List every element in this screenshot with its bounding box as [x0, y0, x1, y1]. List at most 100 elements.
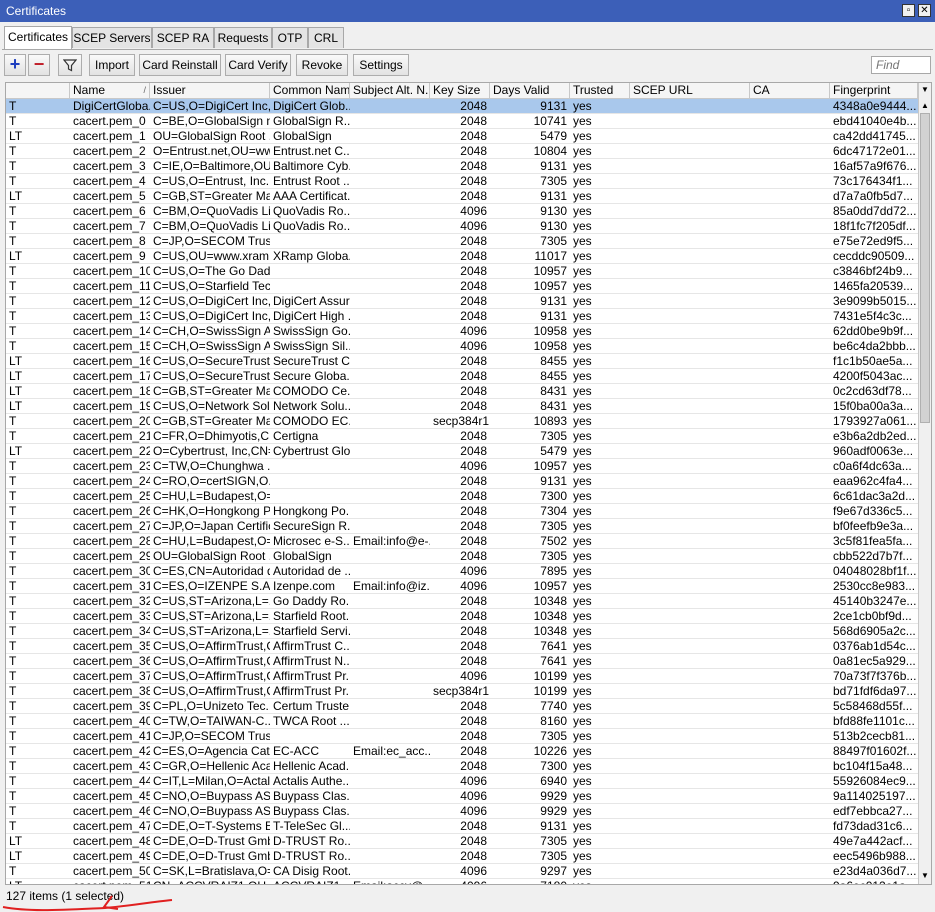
table-row[interactable]: Tcacert.pem_4 C=US,O=Entrust, Inc.,... Ent…	[6, 174, 918, 189]
table-row[interactable]: Tcacert.pem_50C=SK,L=Bratislava,O=...CA …	[6, 864, 918, 879]
table-row[interactable]: Tcacert.pem_15 C=CH,O=SwissSign A... Swiss…	[6, 339, 918, 354]
table-row[interactable]: Tcacert.pem_37C=US,O=AffirmTrust,C...Aff…	[6, 669, 918, 684]
find-input[interactable]	[871, 56, 931, 74]
table-row[interactable]: Tcacert.pem_38C=US,O=AffirmTrust,C...Aff…	[6, 684, 918, 699]
table-row[interactable]: Tcacert.pem_44 C=IT,L=Milan,O=Actali... Ac…	[6, 774, 918, 789]
tab-crl[interactable]: CRL	[308, 27, 344, 48]
scroll-thumb[interactable]	[920, 113, 930, 423]
header-col-fingerprint[interactable]: Fingerprint	[830, 83, 918, 98]
add-button[interactable]: +	[4, 54, 26, 76]
header-col-common-name[interactable]: Common Name	[270, 83, 350, 98]
table-row[interactable]: Tcacert.pem_35C=US,O=AffirmTrust,C...Aff…	[6, 639, 918, 654]
cell-key-size: 4096	[460, 339, 487, 353]
table-row[interactable]: Tcacert.pem_34 C=US,ST=Arizona,L=... Starf…	[6, 624, 918, 639]
header-col-days-valid[interactable]: Days Valid	[490, 83, 570, 98]
import-button[interactable]: Import	[89, 54, 135, 76]
cell-days-valid: 7641	[540, 654, 567, 668]
header-col-scep-url[interactable]: SCEP URL	[630, 83, 750, 98]
table-row[interactable]: LT cacert.pem_48C=DE,O=D-Trust Gmb...D-TR…	[6, 834, 918, 849]
table-row[interactable]: Tcacert.pem_21 C=FR,O=Dhimyotis,C... Certi…	[6, 429, 918, 444]
cell-flags: T	[9, 774, 17, 788]
table-row[interactable]: Tcacert.pem_29 OU=GlobalSign Root ... Glob…	[6, 549, 918, 564]
table-row[interactable]: Tcacert.pem_7 C=BM,O=QuoVadis Li... QuoVad…	[6, 219, 918, 234]
tab-certificates[interactable]: Certificates	[4, 26, 72, 49]
table-row[interactable]: Tcacert.pem_32 C=US,ST=Arizona,L=... Go Da…	[6, 594, 918, 609]
cell-issuer: C=RO,O=certSIGN,O...	[153, 474, 270, 488]
table-row[interactable]: Tcacert.pem_12 C=US,O=DigiCert Inc,... Dig…	[6, 294, 918, 309]
table-row[interactable]: Tcacert.pem_14 C=CH,O=SwissSign A... Swiss…	[6, 324, 918, 339]
scroll-up-icon[interactable]: ▲	[919, 99, 931, 112]
table-row[interactable]: Tcacert.pem_46C=NO,O=Buypass AS-...Buypa…	[6, 804, 918, 819]
filter-button[interactable]	[58, 54, 82, 76]
tab-scep-servers[interactable]: SCEP Servers	[72, 27, 152, 48]
table-row[interactable]: LT cacert.pem_9 C=US,OU=www.xram... XRamp G…	[6, 249, 918, 264]
table-row[interactable]: Tcacert.pem_23 C=TW,O=Chunghwa ... 4096 109…	[6, 459, 918, 474]
cell-common-name	[270, 474, 350, 488]
table-row[interactable]: Tcacert.pem_10 C=US,O=The Go Dad... 2048 10…	[6, 264, 918, 279]
table-row[interactable]: Tcacert.pem_42 C=ES,O=Agencia Cat... EC-AC…	[6, 744, 918, 759]
revoke-button[interactable]: Revoke	[296, 54, 348, 76]
cell-trusted: yes	[573, 639, 592, 653]
cell-trusted: yes	[573, 624, 592, 638]
table-row[interactable]: Tcacert.pem_20 C=GB,ST=Greater Ma... COMOD…	[6, 414, 918, 429]
table-row[interactable]: Tcacert.pem_33 C=US,ST=Arizona,L=... Starf…	[6, 609, 918, 624]
table-row[interactable]: Tcacert.pem_13 C=US,O=DigiCert Inc,... Dig…	[6, 309, 918, 324]
table-row[interactable]: Tcacert.pem_30C=ES,CN=Autoridad d...Auto…	[6, 564, 918, 579]
table-row[interactable]: Tcacert.pem_0 C=BE,O=GlobalSign n...Globa…	[6, 114, 918, 129]
tab-otp[interactable]: OTP	[272, 27, 308, 48]
header-col-issuer[interactable]: Issuer	[150, 83, 270, 98]
table-row[interactable]: Tcacert.pem_40 C=TW,O=TAIWAN-C... TWCA Roo…	[6, 714, 918, 729]
table-row[interactable]: Tcacert.pem_36C=US,O=AffirmTrust,C...Aff…	[6, 654, 918, 669]
table-row[interactable]: Tcacert.pem_41 C=JP,O=SECOM Trus... 2048 73…	[6, 729, 918, 744]
table-row[interactable]: LT cacert.pem_22O=Cybertrust, Inc,CN=...C…	[6, 444, 918, 459]
cell-name: cacert.pem_43	[73, 759, 150, 773]
table-row[interactable]: Tcacert.pem_2 O=Entrust.net,OU=ww... Entru…	[6, 144, 918, 159]
table-row[interactable]: Tcacert.pem_25C=HU,L=Budapest,O=... 2048 7…	[6, 489, 918, 504]
scroll-menu-icon[interactable]: ▼	[919, 83, 931, 96]
table-row[interactable]: Tcacert.pem_27C=JP,O=Japan Certific...Se…	[6, 519, 918, 534]
cell-subject-alt-name	[350, 504, 430, 518]
cell-issuer: C=US,O=Network Sol...	[153, 399, 270, 413]
cell-trusted: yes	[573, 144, 592, 158]
table-row[interactable]: Tcacert.pem_31C=ES,O=IZENPE S.A....Izenp…	[6, 579, 918, 594]
table-row[interactable]: Tcacert.pem_39 C=PL,O=Unizeto Tec... Certu…	[6, 699, 918, 714]
table-row[interactable]: LT cacert.pem_49C=DE,O=D-Trust Gmb...D-TR…	[6, 849, 918, 864]
cell-trusted: yes	[573, 339, 592, 353]
table-row[interactable]: Tcacert.pem_24 C=RO,O=certSIGN,O... 2048 91…	[6, 474, 918, 489]
table-row[interactable]: Tcacert.pem_43 C=GR,O=Hellenic Aca... Hell…	[6, 759, 918, 774]
table-row[interactable]: LT cacert.pem_19 C=US,O=Network Sol... Netw…	[6, 399, 918, 414]
close-icon[interactable]: ✕	[918, 4, 931, 17]
cell-fingerprint: 4200f5043ac...	[833, 369, 913, 383]
table-row[interactable]: Tcacert.pem_6 C=BM,O=QuoVadis Li... QuoVad…	[6, 204, 918, 219]
table-row[interactable]: Tcacert.pem_47C=DE,O=T-Systems E...T-Tel…	[6, 819, 918, 834]
header-col-flags[interactable]	[6, 83, 70, 98]
vertical-scrollbar[interactable]: ▼ ▲ ▼	[918, 83, 931, 884]
table-row[interactable]: Tcacert.pem_45C=NO,O=Buypass AS-...Buypa…	[6, 789, 918, 804]
maximize-icon[interactable]: ▫	[902, 4, 915, 17]
table-row[interactable]: Tcacert.pem_26 C=HK,O=Hongkong P... Hongko…	[6, 504, 918, 519]
table-row[interactable]: LT cacert.pem_1 OU=GlobalSign Root ... Glob…	[6, 129, 918, 144]
settings-button[interactable]: Settings	[353, 54, 409, 76]
cell-trusted: yes	[573, 249, 592, 263]
table-row[interactable]: T DigiCertGloba... C=US,O=DigiCert Inc,...…	[6, 99, 918, 114]
scroll-down-icon[interactable]: ▼	[919, 869, 931, 882]
tab-requests[interactable]: Requests	[214, 27, 272, 48]
remove-button[interactable]: −	[28, 54, 50, 76]
header-col-key-size[interactable]: Key Size	[430, 83, 490, 98]
header-col-name[interactable]: Name /	[70, 83, 150, 98]
table-row[interactable]: Tcacert.pem_3 C=IE,O=Baltimore,OU... Balti…	[6, 159, 918, 174]
tab-scep-ra[interactable]: SCEP RA	[152, 27, 214, 48]
card-reinstall-button[interactable]: Card Reinstall	[139, 54, 221, 76]
table-row[interactable]: Tcacert.pem_28C=HU,L=Budapest,O=...Micro…	[6, 534, 918, 549]
card-verify-button[interactable]: Card Verify	[225, 54, 291, 76]
table-row[interactable]: LT cacert.pem_16C=US,O=SecureTrust ...Sec…	[6, 354, 918, 369]
header-col-subject-alt-name[interactable]: Subject Alt. N...	[350, 83, 430, 98]
cell-days-valid: 9130	[540, 204, 567, 218]
header-col-ca[interactable]: CA	[750, 83, 830, 98]
table-row[interactable]: LT cacert.pem_17C=US,O=SecureTrust ...Sec…	[6, 369, 918, 384]
table-row[interactable]: Tcacert.pem_8 C=JP,O=SECOM Trus... 2048 730…	[6, 234, 918, 249]
table-row[interactable]: LT cacert.pem_5 C=GB,ST=Greater Ma... AAA C…	[6, 189, 918, 204]
table-row[interactable]: LT cacert.pem_18 C=GB,ST=Greater Ma... COMO…	[6, 384, 918, 399]
table-row[interactable]: Tcacert.pem_11 C=US,O=Starfield Tec... 204…	[6, 279, 918, 294]
header-col-trusted[interactable]: Trusted	[570, 83, 630, 98]
